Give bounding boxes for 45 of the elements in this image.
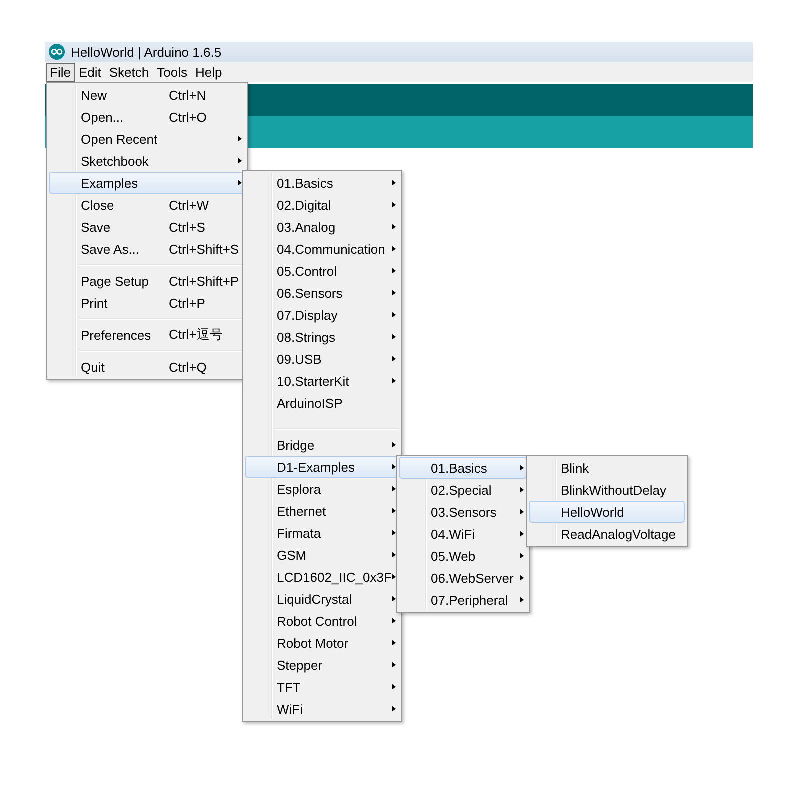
menu-item[interactable]: 07.Display bbox=[245, 304, 399, 326]
infinity-logo-icon bbox=[49, 44, 65, 60]
menu-item[interactable]: TFT bbox=[245, 676, 399, 698]
menu-item[interactable]: Preferences Ctrl+逗号 bbox=[49, 324, 245, 346]
menu-item[interactable]: 06.WebServer bbox=[399, 567, 527, 589]
menu-item[interactable]: New Ctrl+N bbox=[49, 84, 245, 106]
menu-item[interactable]: Bridge bbox=[245, 434, 399, 456]
menu-item[interactable]: 08.Strings bbox=[245, 326, 399, 348]
menu-item[interactable]: BlinkWithoutDelay bbox=[529, 479, 685, 501]
menu-item[interactable]: Stepper bbox=[245, 654, 399, 676]
menu-item[interactable]: Blink bbox=[529, 457, 685, 479]
menu-item[interactable]: Open Recent bbox=[49, 128, 245, 150]
menu-item[interactable]: Sketchbook bbox=[49, 150, 245, 172]
menu-item[interactable]: WiFi bbox=[245, 698, 399, 720]
menu-item[interactable]: 09.USB bbox=[245, 348, 399, 370]
menu-item[interactable]: D1-Examples bbox=[245, 456, 399, 478]
window-title: HelloWorld | Arduino 1.6.5 bbox=[71, 44, 222, 60]
menu-bar-item[interactable]: Help bbox=[191, 62, 226, 82]
menu-bar-item[interactable]: File bbox=[46, 62, 75, 82]
menu-item[interactable]: 01.Basics bbox=[245, 172, 399, 194]
menu-item[interactable]: Robot Motor bbox=[245, 632, 399, 654]
menu-item[interactable]: ArduinoISP bbox=[245, 392, 399, 414]
menu-item[interactable]: ReadAnalogVoltage bbox=[529, 523, 685, 545]
menu-bar-item[interactable]: Edit bbox=[74, 62, 106, 82]
menu-item[interactable]: Robot Control bbox=[245, 610, 399, 632]
menu-item[interactable]: Quit Ctrl+Q bbox=[49, 356, 245, 378]
menu-item[interactable]: Save Ctrl+S bbox=[49, 216, 245, 238]
menu-item[interactable]: Open... Ctrl+O bbox=[49, 106, 245, 128]
menu-item[interactable]: Examples bbox=[49, 172, 245, 194]
menu-bar-item[interactable]: Tools bbox=[153, 62, 192, 82]
menu-bar-item[interactable]: Sketch bbox=[105, 62, 154, 82]
menu-item[interactable]: Print Ctrl+P bbox=[49, 292, 245, 314]
menu-item[interactable]: 10.StarterKit bbox=[245, 370, 399, 392]
menu-item[interactable]: 07.Peripheral bbox=[399, 589, 527, 611]
menu-item[interactable]: 03.Analog bbox=[245, 216, 399, 238]
menu-item[interactable]: Save As... Ctrl+Shift+S bbox=[49, 238, 245, 260]
menu-item[interactable]: 04.Communication bbox=[245, 238, 399, 260]
menu-item[interactable]: 01.Basics bbox=[399, 457, 527, 479]
menu-item[interactable]: 05.Control bbox=[245, 260, 399, 282]
menu-item[interactable]: Close Ctrl+W bbox=[49, 194, 245, 216]
menu-item[interactable]: 02.Digital bbox=[245, 194, 399, 216]
menu-item[interactable]: HelloWorld bbox=[529, 501, 685, 523]
menu-item[interactable]: Page Setup Ctrl+Shift+P bbox=[49, 270, 245, 292]
menu-item[interactable]: 05.Web bbox=[399, 545, 527, 567]
menu-item[interactable]: 06.Sensors bbox=[245, 282, 399, 304]
